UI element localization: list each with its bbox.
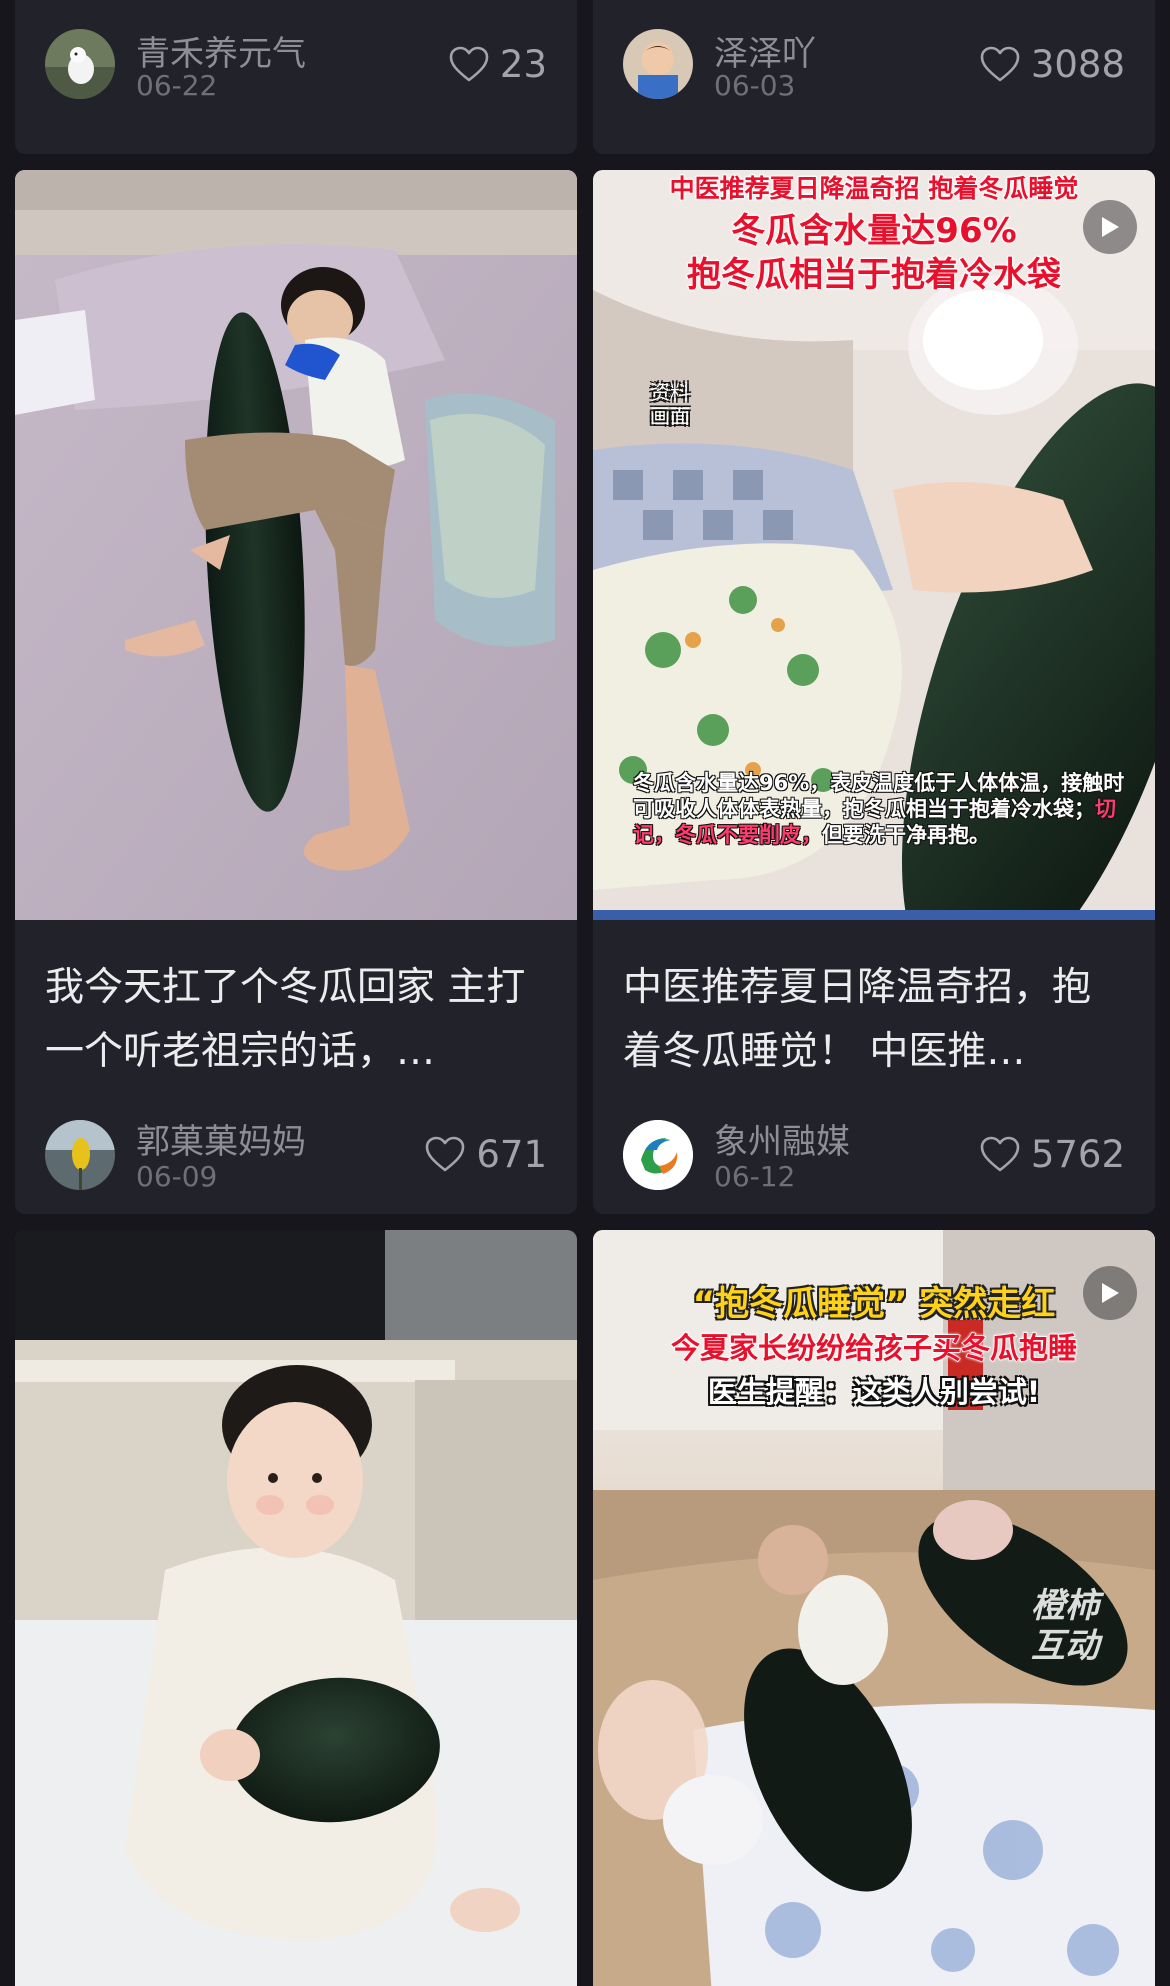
like-count: 23 xyxy=(499,42,547,86)
like-button[interactable]: 671 xyxy=(424,1132,547,1176)
like-button[interactable]: 23 xyxy=(448,42,547,86)
author-name[interactable]: 郭菓菓妈妈 xyxy=(136,1114,306,1163)
post-card[interactable]: 青禾养元气 06-22 23 xyxy=(15,0,577,154)
play-icon[interactable] xyxy=(1083,200,1137,254)
like-count: 671 xyxy=(476,1132,547,1176)
author-avatar[interactable] xyxy=(45,1120,115,1190)
post-cover-image[interactable] xyxy=(15,170,577,920)
boy-hugging-winter-melon-photo xyxy=(15,170,577,920)
post-title[interactable]: 中医推荐夏日降温奇招，抱着冬瓜睡觉！ 中医推… xyxy=(623,956,1125,1084)
post-cover-image[interactable] xyxy=(15,1230,577,1986)
like-count: 3088 xyxy=(1030,42,1125,86)
author-name[interactable]: 象州融媒 xyxy=(714,1114,850,1163)
heart-icon xyxy=(424,1135,466,1173)
heart-icon xyxy=(979,45,1021,83)
waterfall-feed: 青禾养元气 06-22 23 我今天扛了个冬瓜回家 主打一个听老祖宗的话，… 郭… xyxy=(0,0,1170,1986)
source-watermark: 橙柿 互动 xyxy=(1031,1586,1099,1666)
cover-line-1: “抱冬瓜睡觉” 突然走红 xyxy=(692,1284,1056,1324)
heart-icon xyxy=(979,1135,1021,1173)
cover-line-1: 冬瓜含水量达96% xyxy=(731,210,1018,252)
post-date: 06-12 xyxy=(714,1160,796,1193)
archive-footage-stamp: 资料 画面 xyxy=(650,380,690,428)
author-avatar[interactable] xyxy=(623,1120,693,1190)
like-count: 5762 xyxy=(1030,1132,1125,1176)
post-date: 06-22 xyxy=(136,69,218,102)
heart-icon xyxy=(448,45,490,83)
post-author-row: 郭菓菓妈妈 06-09 671 xyxy=(15,1094,577,1214)
post-cover-video[interactable]: “抱冬瓜睡觉” 突然走红 今夏家长纷纷给孩子买冬瓜抱睡 医生提醒：这类人别尝试!… xyxy=(593,1230,1155,1986)
author-name[interactable]: 青禾养元气 xyxy=(136,26,306,75)
cover-headline: 中医推荐夏日降温奇招 抱着冬瓜睡觉 xyxy=(669,173,1079,204)
post-cover-video[interactable]: 中医推荐夏日降温奇招 抱着冬瓜睡觉 冬瓜含水量达96% 抱冬瓜相当于抱着冷水袋 … xyxy=(593,170,1155,920)
post-card[interactable]: 我今天扛了个冬瓜回家 主打一个听老祖宗的话，… 郭菓菓妈妈 06-09 671 xyxy=(15,170,577,1214)
post-card[interactable]: “抱冬瓜睡觉” 突然走红 今夏家长纷纷给孩子买冬瓜抱睡 医生提醒：这类人别尝试!… xyxy=(593,1230,1155,1986)
cover-caption: 冬瓜含水量达96%，表皮温度低于人体体温，接触时可吸收人体体表热量，抱冬瓜相当于… xyxy=(633,771,1125,847)
cover-line-2: 抱冬瓜相当于抱着冷水袋 xyxy=(686,254,1062,296)
post-card[interactable]: 中医推荐夏日降温奇招 抱着冬瓜睡觉 冬瓜含水量达96% 抱冬瓜相当于抱着冷水袋 … xyxy=(593,170,1155,1214)
like-button[interactable]: 3088 xyxy=(979,42,1125,86)
post-date: 06-03 xyxy=(714,69,796,102)
post-date: 06-09 xyxy=(136,1160,218,1193)
post-title[interactable]: 我今天扛了个冬瓜回家 主打一个听老祖宗的话，… xyxy=(45,956,547,1084)
baby-holding-winter-melon-photo xyxy=(15,1230,577,1986)
post-card[interactable] xyxy=(15,1230,577,1986)
post-card[interactable]: 泽泽吖 06-03 3088 xyxy=(593,0,1155,154)
author-avatar[interactable] xyxy=(45,29,115,99)
play-icon[interactable] xyxy=(1083,1266,1137,1320)
like-button[interactable]: 5762 xyxy=(979,1132,1125,1176)
post-author-row: 象州融媒 06-12 5762 xyxy=(593,1094,1155,1214)
post-author-row: 青禾养元气 06-22 23 xyxy=(15,24,577,144)
author-name[interactable]: 泽泽吖 xyxy=(714,26,816,75)
cover-line-2: 今夏家长纷纷给孩子买冬瓜抱睡 xyxy=(670,1330,1078,1366)
post-author-row: 泽泽吖 06-03 3088 xyxy=(593,24,1155,144)
cover-line-3: 医生提醒：这类人别尝试! xyxy=(707,1375,1041,1409)
author-avatar[interactable] xyxy=(623,29,693,99)
